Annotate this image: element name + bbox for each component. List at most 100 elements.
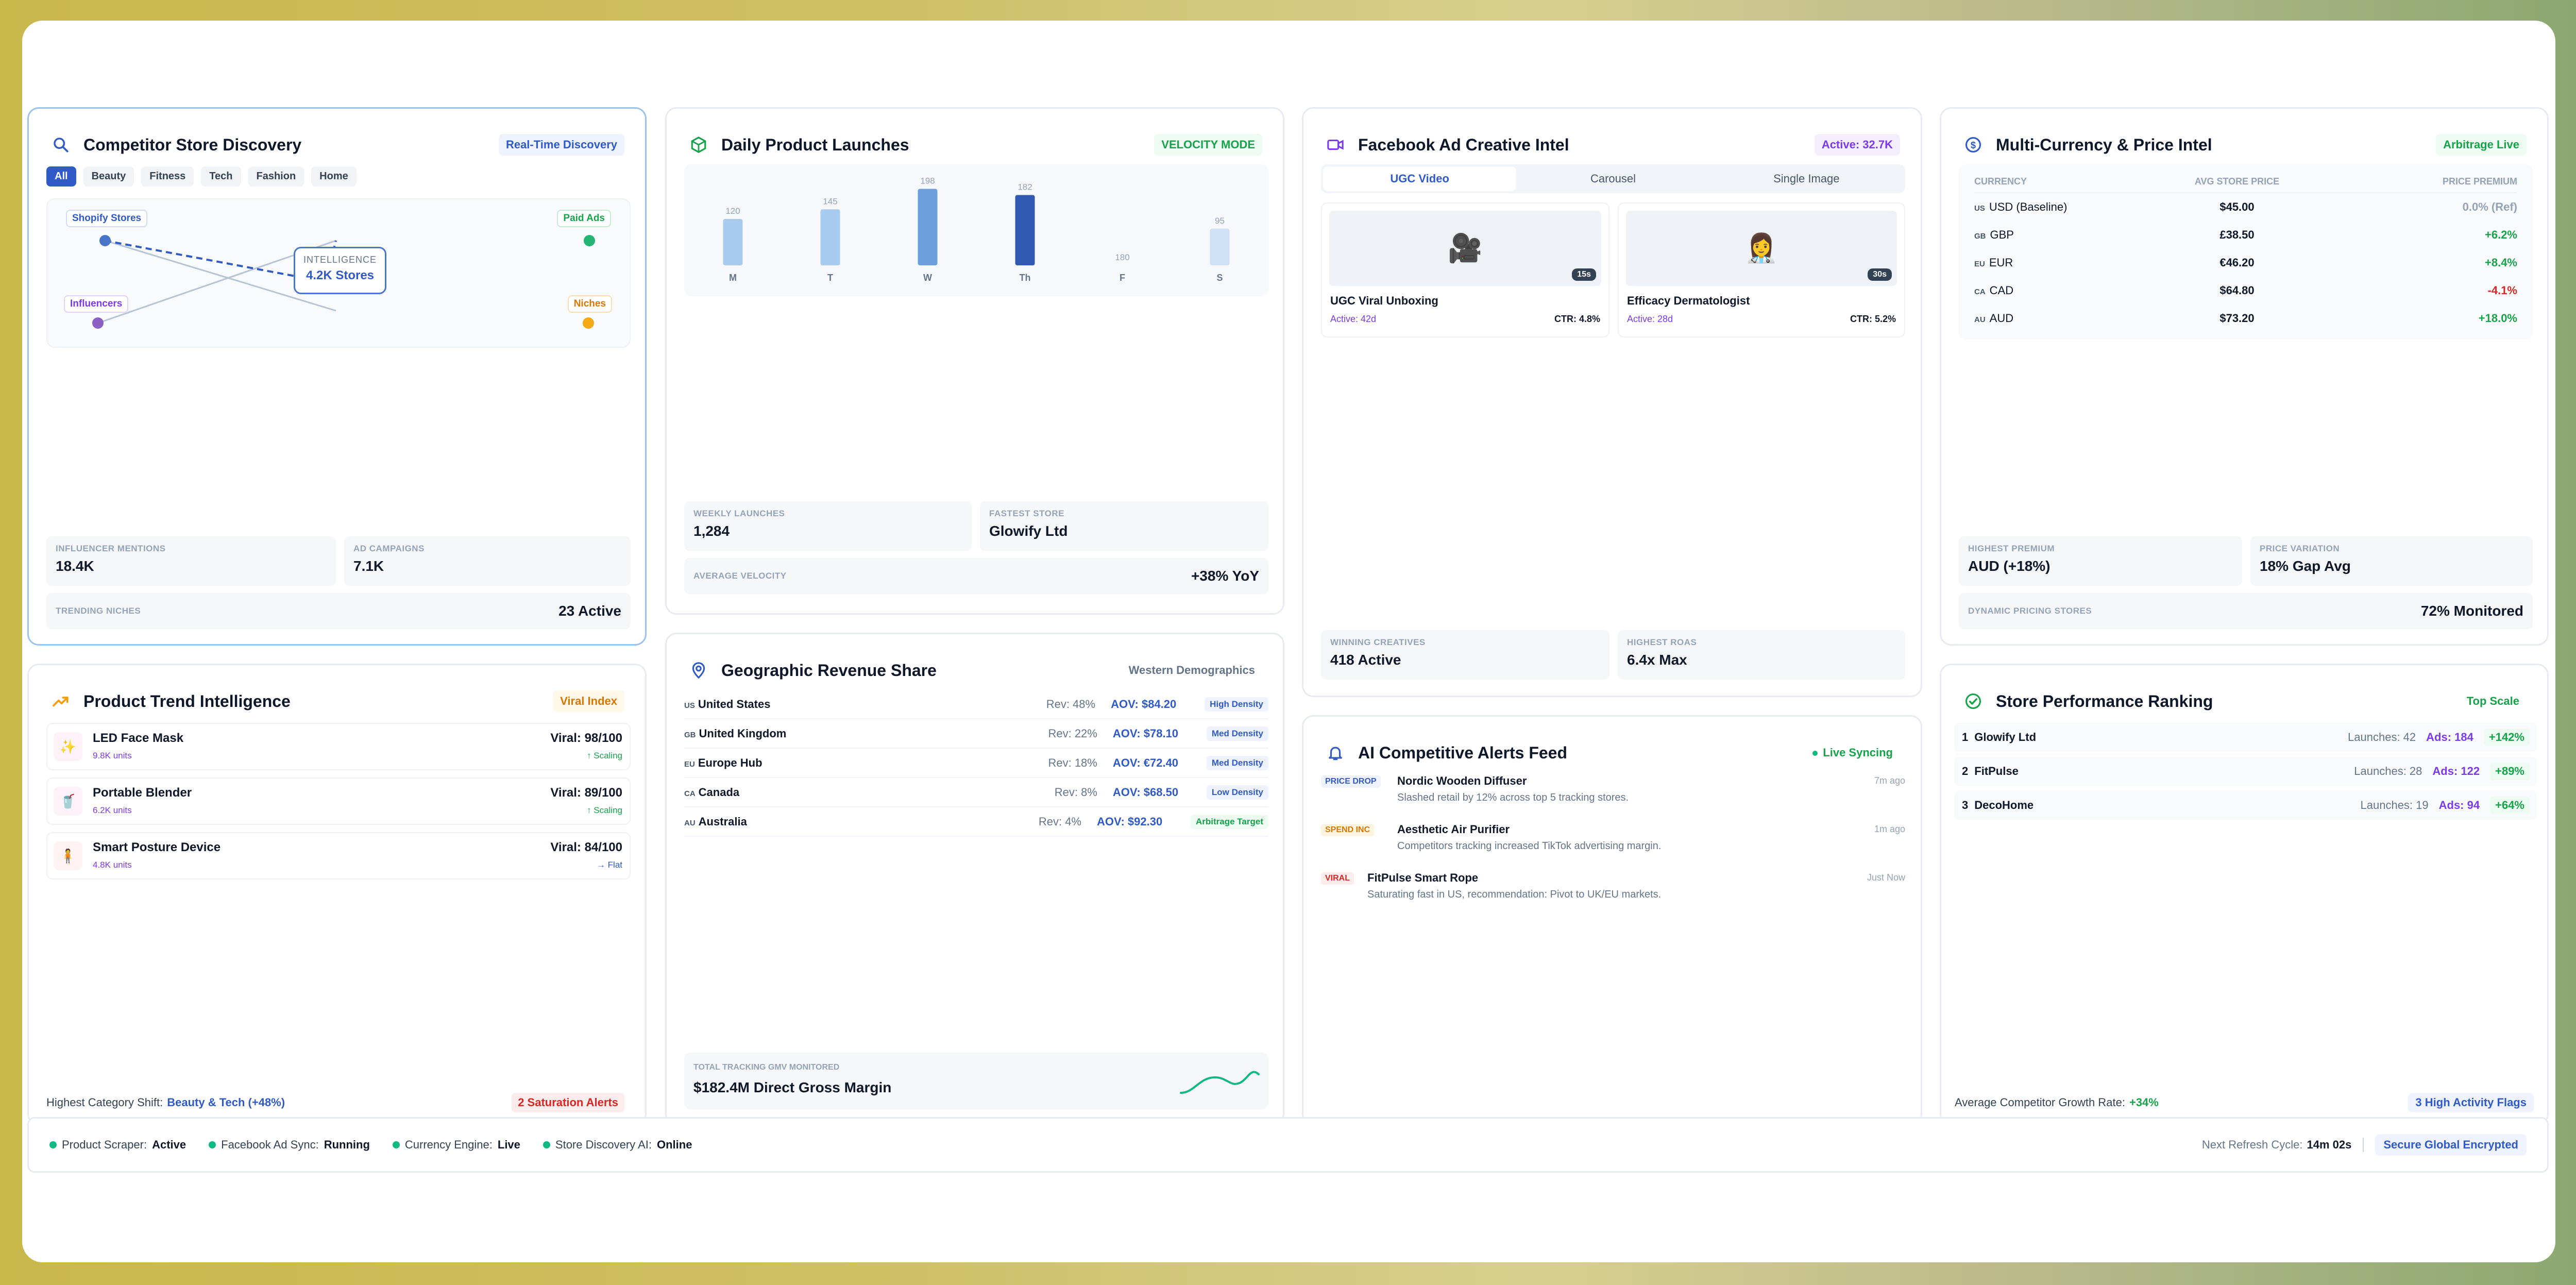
flag-code: GB xyxy=(684,730,696,739)
launch-bar[interactable] xyxy=(1015,195,1035,266)
filter-tab-fitness[interactable]: Fitness xyxy=(141,166,194,187)
service-label: Currency Engine: xyxy=(404,1138,493,1151)
filter-tab-home[interactable]: Home xyxy=(311,166,357,187)
currency-row[interactable]: AU AUD $73.20 +18.0% xyxy=(1974,305,2517,332)
card-title: Product Trend Intelligence xyxy=(83,691,291,711)
trend-item[interactable]: 🧍 Smart Posture Device 4.8K units Viral: 84… xyxy=(46,832,631,880)
facebook-ad-intel-card[interactable]: Facebook Ad Creative Intel Active: 32.7K… xyxy=(1302,107,1922,697)
geo-row[interactable]: EU Europe Hub Rev: 18% AOV: €72.40 Med Densi… xyxy=(684,749,1268,778)
alerts-feed-card[interactable]: AI Competitive Alerts Feed Live Syncing … xyxy=(1302,715,1922,1125)
alert-item[interactable]: SPEND INC Aesthetic Air Purifier Competito… xyxy=(1321,823,1905,871)
stat-label: Price Variation xyxy=(2260,544,2340,553)
node-shopify-stores[interactable]: Shopify Stores xyxy=(66,210,148,227)
bar-value-label: 198 xyxy=(920,176,935,186)
ranking-row[interactable]: 3 DecoHome Launches: 19 Ads: 94 +64% xyxy=(1955,791,2537,820)
aov-value: AOV: $78.10 xyxy=(1112,726,1179,740)
duration-badge: 15s xyxy=(1572,268,1596,281)
demographics-badge: Western Demographics xyxy=(1128,664,1255,677)
node-paid-ads[interactable]: Paid Ads xyxy=(557,210,611,227)
stat-value: 23 Active xyxy=(558,603,621,619)
tab-ugc-video[interactable]: UGC Video xyxy=(1323,166,1517,191)
stat-label: Average Velocity xyxy=(693,571,787,581)
category-filter-tabs: All Beauty Fitness Tech Fashion Home xyxy=(46,166,364,187)
secure-encrypted-badge[interactable]: Secure Global Encrypted xyxy=(2375,1134,2527,1156)
product-name: LED Face Mask xyxy=(93,731,184,745)
geo-rows: US United States Rev: 48% AOV: $84.20 High D… xyxy=(684,690,1268,837)
launch-bar[interactable] xyxy=(918,189,938,266)
launch-bar[interactable] xyxy=(820,209,840,265)
stat-label: Winning Creatives xyxy=(1330,637,1426,647)
filter-tab-fashion[interactable]: Fashion xyxy=(248,166,304,187)
region-name: Australia xyxy=(698,815,747,828)
launch-bar[interactable] xyxy=(1210,228,1230,265)
daily-launches-card[interactable]: Daily Product Launches VELOCITY MODE 120… xyxy=(665,107,1284,615)
creative-format-tabs: UGC Video Carousel Single Image xyxy=(1321,164,1905,193)
stat-label: Ad Campaigns xyxy=(353,544,425,553)
alert-tag: VIRAL xyxy=(1321,872,1354,885)
highest-premium-stat: Highest Premium AUD (+18%) xyxy=(1959,536,2242,586)
currency-row[interactable]: CA CAD $64.80 -4.1% xyxy=(1974,277,2517,305)
hub-label: INTELLIGENCE xyxy=(303,255,377,265)
trend-intel-card[interactable]: Product Trend Intelligence Viral Index ✨… xyxy=(27,664,647,1125)
service-label: Product Scraper: xyxy=(62,1138,147,1151)
currency-row[interactable]: EU EUR €46.20 +8.4% xyxy=(1974,249,2517,277)
tab-single-image[interactable]: Single Image xyxy=(1710,166,1903,191)
ranking-row[interactable]: 1 Glowify Ltd Launches: 42 Ads: 184 +142% xyxy=(1955,723,2537,752)
launch-bar[interactable] xyxy=(723,219,743,265)
creative-name: Efficacy Dermatologist xyxy=(1627,294,1750,307)
currency-row[interactable]: GB GBP £38.50 +6.2% xyxy=(1974,221,2517,249)
filter-tab-all[interactable]: All xyxy=(46,166,76,187)
filter-tab-beauty[interactable]: Beauty xyxy=(83,166,134,187)
region-cell: AU Australia xyxy=(684,815,1039,829)
refresh-timer: 14m 02s xyxy=(2307,1138,2352,1151)
filter-tab-tech[interactable]: Tech xyxy=(201,166,241,187)
service-label: Store Discovery AI: xyxy=(555,1138,652,1151)
card-title: Geographic Revenue Share xyxy=(721,661,937,680)
stat-label: Influencer Mentions xyxy=(56,544,166,553)
aov-value: AOV: $92.30 xyxy=(1097,815,1163,828)
trend-status: ↑ Scaling xyxy=(587,805,622,815)
geo-row[interactable]: GB United Kingdom Rev: 22% AOV: $78.10 Med D… xyxy=(684,719,1268,749)
aov-value: AOV: €72.40 xyxy=(1112,756,1179,769)
alert-description: Saturating fast in US, recommendation: P… xyxy=(1367,889,1662,900)
saturation-alerts-badge[interactable]: 2 Saturation Alerts xyxy=(512,1093,624,1112)
stat-value: +38% YoY xyxy=(1191,568,1259,584)
store-ranking-card[interactable]: Store Performance Ranking Top Scale 1 Glo… xyxy=(1940,664,2549,1125)
launch-count: Launches: 28 xyxy=(2354,765,2422,777)
node-niches[interactable]: Niches xyxy=(567,295,612,313)
alert-item[interactable]: PRICE DROP Nordic Wooden Diffuser Slashed … xyxy=(1321,774,1905,823)
geo-row[interactable]: CA Canada Rev: 8% AOV: $68.50 Low Density xyxy=(684,778,1268,807)
tab-carousel[interactable]: Carousel xyxy=(1516,166,1709,191)
currency-cell: CA CAD xyxy=(1974,284,2160,297)
growth-rate-value: +34% xyxy=(2129,1096,2159,1109)
product-units: 4.8K units xyxy=(93,860,132,870)
geo-row[interactable]: AU Australia Rev: 4% AOV: $92.30 Arbitrage T… xyxy=(684,807,1268,837)
geo-row[interactable]: US United States Rev: 48% AOV: $84.20 High D… xyxy=(684,690,1268,719)
intelligence-hub[interactable]: INTELLIGENCE 4.2K Stores xyxy=(294,247,386,294)
currency-row[interactable]: US USD (Baseline) $45.00 0.0% (Ref) xyxy=(1974,193,2517,221)
flag-code: CA xyxy=(1974,288,1986,296)
launch-count: Launches: 42 xyxy=(2348,731,2416,743)
node-influencers[interactable]: Influencers xyxy=(64,295,129,313)
currency-intel-card[interactable]: $ Multi-Currency & Price Intel Arbitrage… xyxy=(1940,107,2549,646)
creative-card[interactable]: 🎥 15s UGC Viral Unboxing Active: 42d CTR… xyxy=(1321,202,1609,337)
creative-card[interactable]: 👩‍⚕️ 30s Efficacy Dermatologist Active: … xyxy=(1618,202,1905,337)
activity-flags-badge[interactable]: 3 High Activity Flags xyxy=(2408,1093,2534,1112)
trend-item[interactable]: ✨ LED Face Mask 9.8K units Viral: 98/100 ↑ S… xyxy=(46,723,631,770)
creative-ctr: CTR: 5.2% xyxy=(1850,314,1896,324)
category-shift-label: Highest Category Shift: xyxy=(46,1096,163,1109)
trend-item[interactable]: 🥤 Portable Blender 6.2K units Viral: 89/100… xyxy=(46,777,631,825)
alert-time: Just Now xyxy=(1867,872,1905,883)
geo-revenue-card[interactable]: Geographic Revenue Share Western Demogra… xyxy=(665,633,1284,1125)
ranking-row[interactable]: 2 FitPulse Launches: 28 Ads: 122 +89% xyxy=(1955,757,2537,786)
competitor-discovery-card[interactable]: Competitor Store Discovery Real-Time Dis… xyxy=(27,107,647,646)
revenue-share: Rev: 4% xyxy=(1038,815,1081,828)
revenue-share: Rev: 8% xyxy=(1054,785,1097,799)
alert-item[interactable]: VIRAL FitPulse Smart Rope Saturating fast … xyxy=(1321,871,1905,920)
flag-code: AU xyxy=(1974,315,1986,324)
density-tag: Low Density xyxy=(1206,785,1268,800)
flag-code: AU xyxy=(684,818,696,827)
growth-badge: +89% xyxy=(2490,763,2530,780)
stat-value: 418 Active xyxy=(1330,652,1401,668)
price-premium: +6.2% xyxy=(2485,228,2517,241)
